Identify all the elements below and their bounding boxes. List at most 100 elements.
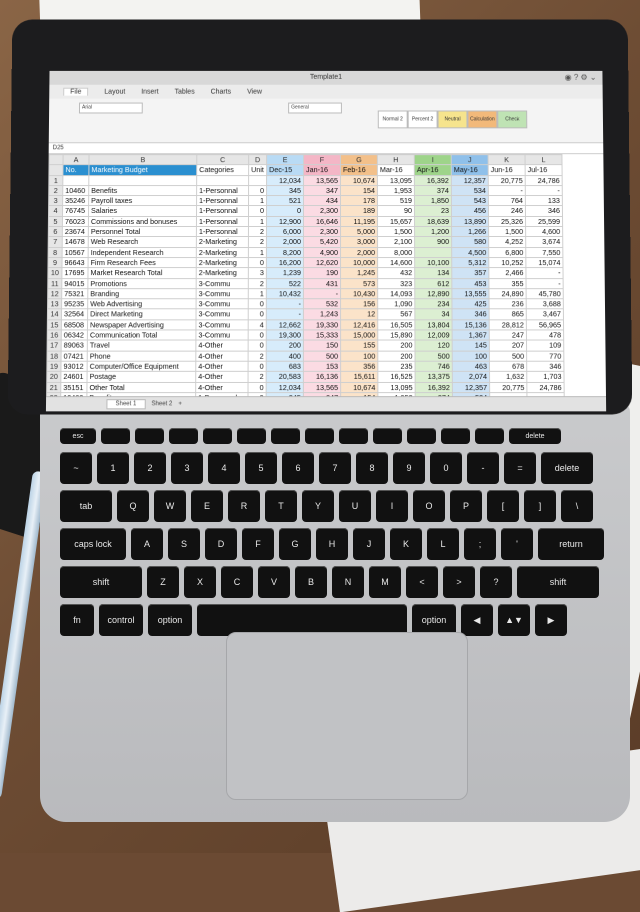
header-cell-jun16[interactable]: Jun-16	[488, 164, 526, 176]
table-cell[interactable]: 425	[451, 298, 490, 310]
table-cell[interactable]: Personnel Total	[88, 226, 197, 237]
header-cell-jul16[interactable]: Jul-16	[525, 164, 563, 176]
table-cell[interactable]: 346	[526, 361, 564, 372]
table-cell[interactable]: 200	[377, 350, 416, 362]
table-cell[interactable]: 746	[415, 361, 453, 372]
table-cell[interactable]: 10,674	[340, 381, 378, 393]
table-cell[interactable]	[414, 247, 452, 258]
row-number[interactable]	[48, 164, 64, 176]
table-cell[interactable]: 2	[248, 371, 267, 382]
table-cell[interactable]: 15,333	[303, 329, 341, 341]
key-b[interactable]: B	[295, 566, 327, 598]
table-cell[interactable]: 93012	[60, 361, 88, 372]
key--[interactable]: ?	[480, 566, 512, 598]
table-cell[interactable]: 374	[414, 185, 452, 196]
table-cell[interactable]: -	[488, 185, 526, 196]
column-header[interactable]: K	[488, 154, 526, 165]
table-cell[interactable]: 189	[340, 205, 378, 217]
key-function[interactable]	[475, 428, 504, 444]
table-cell[interactable]: 2	[248, 350, 267, 362]
table-cell[interactable]: 519	[377, 195, 415, 206]
table-cell[interactable]: 156	[340, 298, 378, 310]
table-cell[interactable]: 1,090	[377, 298, 415, 310]
row-number[interactable]: 13	[47, 298, 62, 310]
table-cell[interactable]: 16,136	[303, 371, 341, 382]
table-cell[interactable]: 109	[526, 340, 564, 351]
table-cell[interactable]: 20,583	[266, 371, 304, 382]
menu-insert[interactable]: Insert	[141, 88, 158, 95]
table-cell[interactable]: 432	[377, 267, 415, 279]
table-cell[interactable]: 3,000	[340, 236, 378, 248]
row-number[interactable]: 9	[47, 257, 63, 268]
table-cell[interactable]: 12,900	[266, 216, 304, 227]
table-cell[interactable]: 1,500	[488, 226, 526, 237]
row-number[interactable]: 15	[47, 319, 62, 330]
column-header[interactable]: C	[196, 154, 249, 165]
row-number[interactable]: 16	[47, 329, 62, 341]
key-5[interactable]: 5	[245, 452, 277, 484]
key--[interactable]: =	[504, 452, 536, 484]
table-cell[interactable]: 16,392	[414, 175, 452, 186]
table-cell[interactable]: 17695	[61, 267, 89, 279]
table-cell[interactable]: 0	[248, 329, 267, 341]
window-controls[interactable]: ◉ ? ⚙ ⌄	[565, 71, 597, 85]
table-cell[interactable]: 10,252	[488, 257, 526, 268]
table-cell[interactable]: 2	[248, 278, 267, 289]
table-cell[interactable]	[196, 175, 249, 186]
table-cell[interactable]: 4-Other	[195, 350, 249, 362]
table-cell[interactable]: 15,611	[340, 371, 378, 382]
key-7[interactable]: 7	[319, 452, 351, 484]
table-cell[interactable]: Direct Marketing	[87, 309, 197, 320]
table-cell[interactable]: 234	[414, 298, 452, 310]
table-cell[interactable]: 12,357	[452, 381, 490, 393]
table-cell[interactable]: 0	[248, 309, 267, 320]
row-number[interactable]: 4	[48, 205, 63, 217]
menu-tables[interactable]: Tables	[175, 88, 195, 95]
header-cell-categories[interactable]: Categories	[196, 164, 249, 176]
column-header[interactable]: F	[303, 154, 341, 165]
key-2[interactable]: 2	[134, 452, 166, 484]
table-cell[interactable]: 145	[452, 340, 490, 351]
table-cell[interactable]: 154	[340, 185, 378, 196]
column-header[interactable]: J	[451, 154, 489, 165]
table-cell[interactable]: 3-Commu	[196, 298, 249, 310]
key-z[interactable]: Z	[147, 566, 179, 598]
table-cell[interactable]: 3-Commu	[195, 329, 249, 341]
table-cell[interactable]: 453	[451, 278, 489, 289]
table-cell[interactable]: 247	[489, 329, 527, 341]
key-u[interactable]: U	[339, 490, 371, 522]
key-function[interactable]	[441, 428, 470, 444]
column-header[interactable]: E	[266, 154, 304, 165]
header-cell-budget[interactable]: Marketing Budget	[88, 164, 197, 176]
table-cell[interactable]: 1	[248, 216, 267, 227]
table-cell[interactable]: 89063	[61, 340, 88, 351]
table-cell[interactable]: 19,300	[266, 329, 304, 341]
table-cell[interactable]: Newspaper Advertising	[87, 319, 197, 330]
header-cell-may16[interactable]: May-16	[451, 164, 489, 176]
table-cell[interactable]: 573	[340, 278, 378, 289]
table-cell[interactable]: 19,330	[303, 319, 341, 330]
key-v[interactable]: V	[258, 566, 290, 598]
table-cell[interactable]: 4-Other	[195, 371, 249, 382]
corner-cell[interactable]	[49, 154, 64, 165]
row-number[interactable]: 8	[48, 247, 63, 258]
table-cell[interactable]: 1-Personnal	[196, 185, 249, 196]
spreadsheet-grid[interactable]: A B C D E F G H I J K L No. Marketing Bu…	[46, 154, 565, 412]
table-cell[interactable]: Promotions	[87, 278, 197, 289]
table-cell[interactable]: 76745	[62, 205, 89, 217]
table-cell[interactable]: 12	[340, 309, 378, 320]
key-tab[interactable]: tab	[60, 490, 112, 522]
table-cell[interactable]: 1,266	[451, 226, 489, 237]
table-cell[interactable]: 10,432	[266, 288, 304, 299]
table-cell[interactable]: 13,095	[377, 175, 415, 186]
key-function[interactable]	[237, 428, 266, 444]
table-cell[interactable]: 10,100	[414, 257, 452, 268]
table-cell[interactable]: 0	[248, 381, 267, 393]
table-cell[interactable]: 35151	[60, 381, 88, 393]
table-cell[interactable]: 456	[451, 205, 489, 217]
key-g[interactable]: G	[279, 528, 311, 560]
table-cell[interactable]: 3-Commu	[195, 319, 249, 330]
table-cell[interactable]: 13,565	[303, 175, 341, 186]
table-cell[interactable]: 1	[248, 288, 267, 299]
row-number[interactable]: 7	[48, 236, 63, 248]
